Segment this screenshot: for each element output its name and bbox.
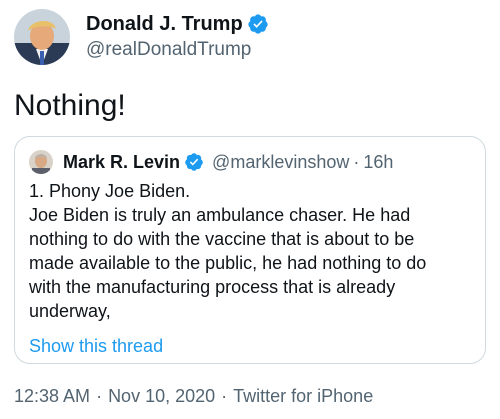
author-handle[interactable]: @realDonaldTrump [86, 38, 269, 62]
quoted-tweet[interactable]: Mark R. Levin @marklevinshow · 16h 1. Ph… [14, 136, 486, 364]
quoted-body-line: nothing to do with the vaccine that is a… [29, 229, 415, 249]
tweet-text: Nothing! [14, 89, 126, 122]
quoted-body-line: made available to the public, he had not… [29, 253, 427, 273]
quoted-body-line: with the manufacturing process that is a… [29, 277, 396, 297]
author-name-row: Donald J. Trump [86, 12, 269, 36]
quoted-body-line: 1. Phony Joe Biden. [29, 181, 191, 201]
author-info: Donald J. Trump @realDonaldTrump [86, 12, 269, 62]
quoted-author-avatar[interactable] [29, 150, 53, 174]
verified-badge-icon [247, 13, 269, 35]
author-display-name[interactable]: Donald J. Trump [86, 12, 243, 36]
avatar-image [14, 9, 70, 65]
author-avatar[interactable] [14, 9, 70, 65]
quoted-tweet-body: 1. Phony Joe Biden. Joe Biden is truly a… [29, 179, 471, 323]
verified-badge-icon [184, 152, 204, 172]
quoted-separator: · [353, 151, 360, 172]
quoted-tweet-header: Mark R. Levin @marklevinshow · 16h [29, 149, 471, 175]
quoted-body-line: Joe Biden is truly an ambulance chaser. … [29, 205, 411, 225]
tweet-card: Donald J. Trump @realDonaldTrump Nothing… [0, 0, 500, 419]
meta-separator: · [221, 386, 228, 406]
quoted-author-display-name[interactable]: Mark R. Levin [63, 152, 180, 173]
tweet-date[interactable]: Nov 10, 2020 [108, 386, 215, 406]
tweet-source[interactable]: Twitter for iPhone [233, 386, 373, 406]
tweet-meta: 12:38 AM · Nov 10, 2020 · Twitter for iPhone [14, 385, 373, 407]
meta-separator: · [96, 386, 103, 406]
quoted-author-handle[interactable]: @marklevinshow [212, 152, 349, 173]
show-thread-link[interactable]: Show this thread [29, 335, 471, 357]
quoted-body-line: underway, [29, 301, 111, 321]
tweet-header: Donald J. Trump @realDonaldTrump [14, 8, 269, 66]
quoted-timestamp[interactable]: 16h [363, 152, 393, 173]
tweet-time[interactable]: 12:38 AM [14, 386, 90, 406]
quoted-avatar-image [29, 150, 53, 174]
